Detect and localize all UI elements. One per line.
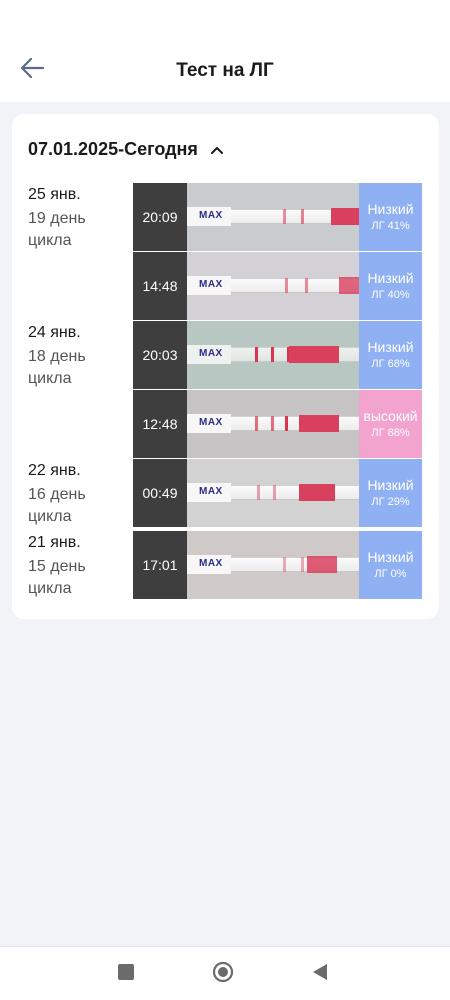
result-percent: ЛГ 40% — [371, 289, 410, 301]
test-entry[interactable]: 20:09 MAX Низкий ЛГ 41% — [133, 183, 422, 251]
day-group: 21 янв. 15 день цикла — [28, 532, 108, 600]
result-badge: Низкий ЛГ 0% — [359, 531, 422, 599]
test-strip-photo: MAX — [187, 531, 359, 599]
result-level: Низкий — [367, 339, 414, 355]
system-nav-bar — [0, 946, 450, 1000]
result-badge: Низкий ЛГ 68% — [359, 321, 422, 389]
test-time: 20:09 — [133, 183, 187, 251]
result-badge: Низкий ЛГ 29% — [359, 459, 422, 527]
test-strip-photo: MAX — [187, 252, 359, 320]
test-entry[interactable]: 00:49 MAX Низкий ЛГ 29% — [133, 459, 422, 527]
result-percent: ЛГ 29% — [371, 496, 410, 508]
result-level: высокий — [363, 408, 418, 424]
result-percent: ЛГ 88% — [371, 427, 410, 439]
cycle-day: 18 день цикла — [28, 348, 86, 387]
day-group: 24 янв. 18 день цикла — [28, 322, 108, 390]
test-time: 12:48 — [133, 390, 187, 458]
day-group: 22 янв. 16 день цикла — [28, 460, 108, 528]
result-level: Низкий — [367, 270, 414, 286]
result-level: Низкий — [367, 549, 414, 565]
home-button[interactable] — [212, 961, 234, 988]
strip-max-label: MAX — [199, 348, 223, 359]
day-date: 22 янв. — [28, 462, 81, 479]
test-strip-photo: MAX — [187, 321, 359, 389]
test-entry[interactable]: 20:03 MAX Низкий ЛГ 68% — [133, 321, 422, 389]
square-recents-icon — [117, 963, 135, 986]
test-time: 20:03 — [133, 321, 187, 389]
triangle-back-icon — [311, 962, 329, 987]
strip-max-label: MAX — [199, 279, 223, 290]
result-badge: Низкий ЛГ 41% — [359, 183, 422, 251]
result-badge: высокий ЛГ 88% — [359, 390, 422, 458]
strip-max-label: MAX — [199, 417, 223, 428]
date-range-label: 07.01.2025-Сегодня — [28, 139, 198, 159]
app-header: Тест на ЛГ — [0, 0, 450, 102]
date-range-toggle[interactable]: 07.01.2025-Сегодня — [28, 139, 224, 160]
test-strip-photo: MAX — [187, 390, 359, 458]
circle-home-icon — [212, 961, 234, 988]
page-title: Тест на ЛГ — [176, 60, 274, 81]
cycle-day: 19 день цикла — [28, 210, 86, 249]
history-card: 07.01.2025-Сегодня 25 янв. 19 день цикла… — [12, 114, 439, 619]
test-time: 14:48 — [133, 252, 187, 320]
result-percent: ЛГ 41% — [371, 220, 410, 232]
day-date: 24 янв. — [28, 324, 81, 341]
result-badge: Низкий ЛГ 40% — [359, 252, 422, 320]
day-group: 25 янв. 19 день цикла — [28, 184, 108, 252]
test-strip-photo: MAX — [187, 183, 359, 251]
cycle-day: 16 день цикла — [28, 486, 86, 525]
result-percent: ЛГ 0% — [374, 568, 407, 580]
strip-max-label: MAX — [199, 210, 223, 221]
recents-button[interactable] — [115, 963, 137, 985]
cycle-day: 15 день цикла — [28, 558, 86, 597]
test-strip-photo: MAX — [187, 459, 359, 527]
day-date: 21 янв. — [28, 534, 81, 551]
test-time: 17:01 — [133, 531, 187, 599]
test-entry[interactable]: 12:48 MAX высокий ЛГ 88% — [133, 390, 422, 458]
test-time: 00:49 — [133, 459, 187, 527]
result-level: Низкий — [367, 201, 414, 217]
result-level: Низкий — [367, 477, 414, 493]
strip-max-label: MAX — [199, 558, 223, 569]
chevron-up-icon — [210, 145, 224, 155]
nav-back-button[interactable] — [309, 963, 331, 985]
day-date: 25 янв. — [28, 186, 81, 203]
result-percent: ЛГ 68% — [371, 358, 410, 370]
strip-max-label: MAX — [199, 486, 223, 497]
test-entry[interactable]: 14:48 MAX Низкий ЛГ 40% — [133, 252, 422, 320]
test-entry[interactable]: 17:01 MAX Низкий ЛГ 0% — [133, 531, 422, 599]
